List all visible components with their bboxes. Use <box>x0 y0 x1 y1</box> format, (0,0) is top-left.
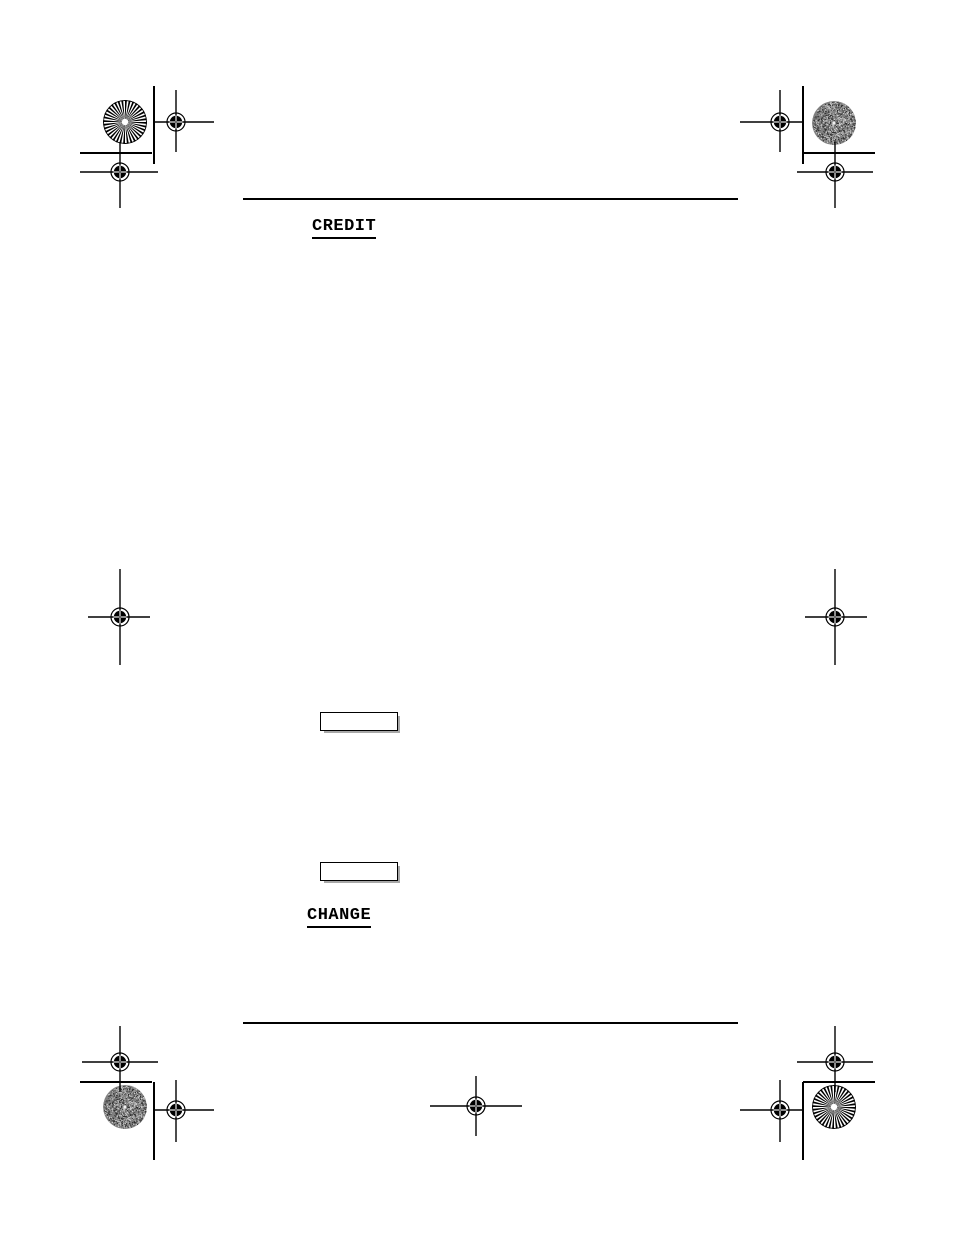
change-amount-box[interactable] <box>320 862 398 881</box>
change-label: CHANGE <box>307 907 372 928</box>
credit-amount-box[interactable] <box>320 712 398 731</box>
credit-label: CREDIT <box>312 218 377 239</box>
resolution-star-target-top-left <box>103 100 147 144</box>
header-rule <box>243 198 738 200</box>
density-patch-top-right <box>812 101 856 145</box>
footer-rule <box>243 1022 738 1024</box>
document-page: CREDIT CHANGE <box>0 0 954 1235</box>
